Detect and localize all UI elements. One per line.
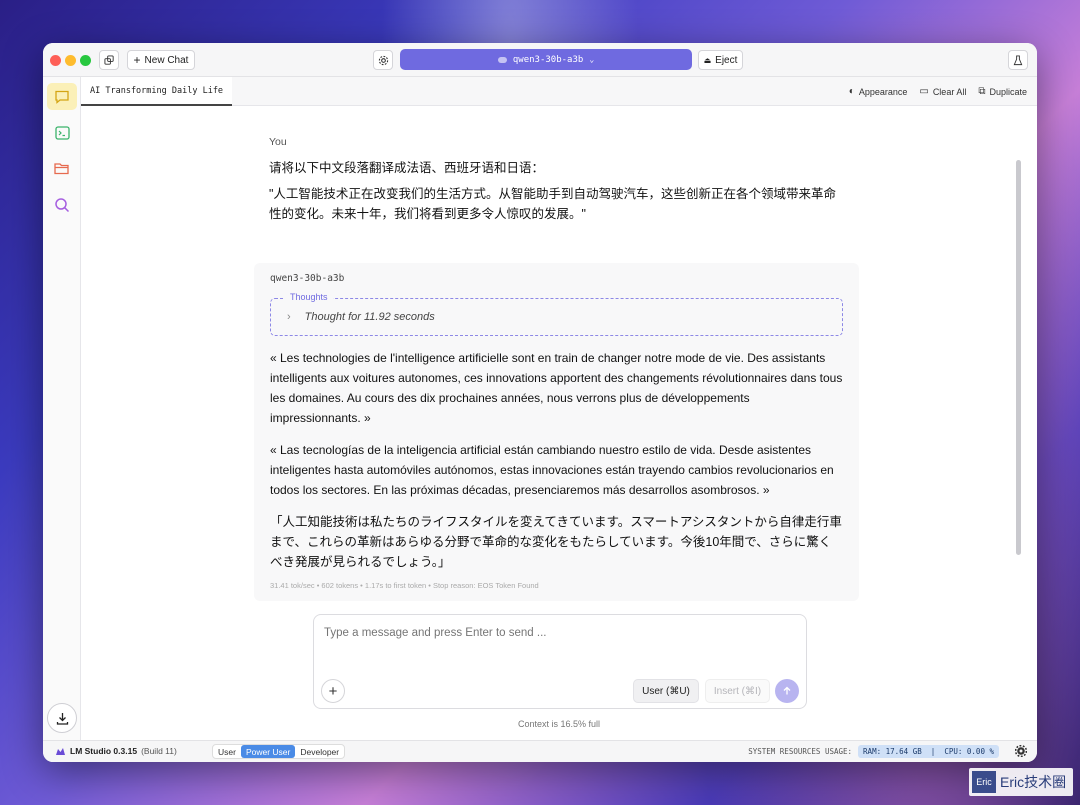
chat-actions: ◐ Appearance ▭ Clear All ⧉ Duplicate	[849, 77, 1027, 106]
appearance-button[interactable]: ◐ Appearance	[849, 86, 908, 97]
mode-developer[interactable]: Developer	[295, 745, 344, 758]
download-icon	[56, 712, 68, 725]
close-window-button[interactable]	[50, 55, 61, 66]
settings-button[interactable]	[373, 50, 393, 70]
user-message-line: 请将以下中文段落翻译成法语、西班牙语和日语：	[269, 161, 545, 175]
chevron-right-icon: ›	[287, 311, 291, 323]
eject-label: Eject	[715, 54, 738, 66]
model-name: qwen3-30b-a3b	[512, 54, 584, 65]
attach-button[interactable]: +	[321, 679, 345, 703]
system-resources-label: SYSTEM RESOURCES USAGE:	[748, 747, 853, 756]
clear-all-label: Clear All	[932, 86, 967, 97]
lm-studio-logo-icon	[56, 748, 65, 755]
context-usage: Context is 16.5% full	[517, 719, 601, 729]
clear-all-button[interactable]: ▭ Clear All	[919, 86, 966, 97]
plus-icon: +	[133, 53, 141, 67]
message-composer: + User (⌘U) Insert (⌘I)	[313, 614, 807, 709]
thoughts-label: Thoughts	[285, 292, 333, 302]
duplicate-icon: ⧉	[978, 86, 986, 97]
japanese-translation: 「人工知能技術は私たちのライフスタイルを変えてきています。スマートアシスタントか…	[270, 515, 842, 569]
model-chip-icon	[497, 56, 507, 63]
appearance-label: Appearance	[858, 86, 908, 97]
resource-usage-pill[interactable]: RAM: 17.64 GB | CPU: 0.00 %	[858, 745, 999, 758]
eject-button[interactable]: ⏏ Eject	[698, 50, 743, 70]
assistant-message: qwen3-30b-a3b Thoughts › Thought for 11.…	[254, 263, 859, 601]
plus-icon: +	[328, 682, 338, 700]
palette-icon: ◐	[848, 86, 855, 97]
send-as-user-button[interactable]: User (⌘U)	[633, 679, 699, 703]
minimize-window-button[interactable]	[65, 55, 76, 66]
gear-icon	[1014, 744, 1028, 758]
mode-power-user[interactable]: Power User	[240, 745, 296, 758]
duplicate-button[interactable]: ⧉ Duplicate	[978, 86, 1027, 97]
app-window: + New Chat qwen3-30b-a3b ⌄ ⏏ Eject AI Tr…	[43, 43, 1037, 762]
app-name: LM Studio 0.3.15	[70, 746, 138, 756]
left-sidebar	[43, 77, 81, 740]
model-selector[interactable]: qwen3-30b-a3b ⌄	[400, 49, 692, 70]
arrow-up-icon	[783, 686, 791, 695]
app-brand: LM Studio 0.3.15 (Build 11)	[55, 746, 177, 756]
build-number: (Build 11)	[141, 746, 177, 756]
tab-title: AI Transforming Daily Life	[90, 85, 224, 96]
search-icon	[55, 197, 70, 212]
zoom-window-button[interactable]	[80, 55, 91, 66]
chat-bubble-icon	[55, 90, 69, 104]
watermark-badge: Eric	[972, 771, 996, 793]
user-message-quote: "人工智能技术正在改变我们的生活方式。从智能助手到自动驾驶汽车，这些创新正在各个…	[269, 187, 836, 221]
sender-label: You	[269, 136, 287, 148]
assistant-model-name: qwen3-30b-a3b	[270, 273, 345, 284]
downloads-button[interactable]	[47, 703, 77, 733]
watermark: Eric Eric技术圈	[969, 768, 1073, 796]
tab-chat[interactable]: AI Transforming Daily Life	[81, 77, 233, 106]
app-settings-button[interactable]	[1014, 744, 1028, 759]
insert-button[interactable]: Insert (⌘I)	[705, 679, 770, 703]
new-chat-label: New Chat	[144, 54, 189, 66]
spanish-translation: « Las tecnologías de la inteligencia art…	[270, 443, 834, 497]
chat-nav-button[interactable]	[47, 83, 77, 110]
mode-switcher: User Power User Developer	[212, 744, 346, 759]
windows-icon	[103, 54, 114, 65]
chat-area: You 请将以下中文段落翻译成法语、西班牙语和日语： "人工智能技术正在改变我们…	[81, 106, 1037, 740]
eject-icon: ⏏	[703, 55, 712, 65]
labs-button[interactable]	[1008, 50, 1028, 70]
new-chat-button[interactable]: + New Chat	[127, 50, 195, 70]
folder-icon	[54, 163, 69, 175]
discover-nav-button[interactable]	[47, 191, 77, 218]
send-button[interactable]	[775, 679, 799, 703]
thoughts-panel[interactable]: Thoughts › Thought for 11.92 seconds	[270, 292, 843, 336]
system-resources: SYSTEM RESOURCES USAGE: RAM: 17.64 GB | …	[748, 745, 999, 758]
chevron-down-icon: ⌄	[589, 55, 595, 64]
toggle-sidebar-button[interactable]	[99, 50, 119, 70]
terminal-icon	[54, 125, 70, 140]
flask-icon	[1013, 54, 1023, 65]
tab-strip: AI Transforming Daily Life ◐ Appearance …	[81, 77, 1037, 106]
chat-scrollbar[interactable]	[1016, 160, 1021, 555]
models-nav-button[interactable]	[47, 155, 77, 182]
generation-stats: 31.41 tok/sec • 602 tokens • 1.17s to fi…	[270, 581, 539, 590]
user-message-text: 请将以下中文段落翻译成法语、西班牙语和日语： "人工智能技术正在改变我们的生活方…	[269, 158, 869, 224]
assistant-message-text: « Les technologies de l'intelligence art…	[270, 348, 843, 572]
watermark-text: Eric技术圈	[1000, 774, 1067, 790]
user-message: You 请将以下中文段落翻译成法语、西班牙语和日语： "人工智能技术正在改变我们…	[269, 136, 869, 230]
mode-user[interactable]: User	[213, 745, 241, 758]
duplicate-label: Duplicate	[989, 86, 1027, 97]
french-translation: « Les technologies de l'intelligence art…	[270, 351, 843, 425]
message-input[interactable]	[324, 627, 794, 639]
clear-icon: ▭	[919, 86, 929, 97]
status-bar: LM Studio 0.3.15 (Build 11) User Power U…	[43, 740, 1037, 762]
gear-icon	[378, 55, 388, 65]
thought-summary: Thought for 11.92 seconds	[304, 311, 435, 323]
title-bar: + New Chat qwen3-30b-a3b ⌄ ⏏ Eject	[43, 43, 1037, 77]
developer-nav-button[interactable]	[47, 119, 77, 146]
